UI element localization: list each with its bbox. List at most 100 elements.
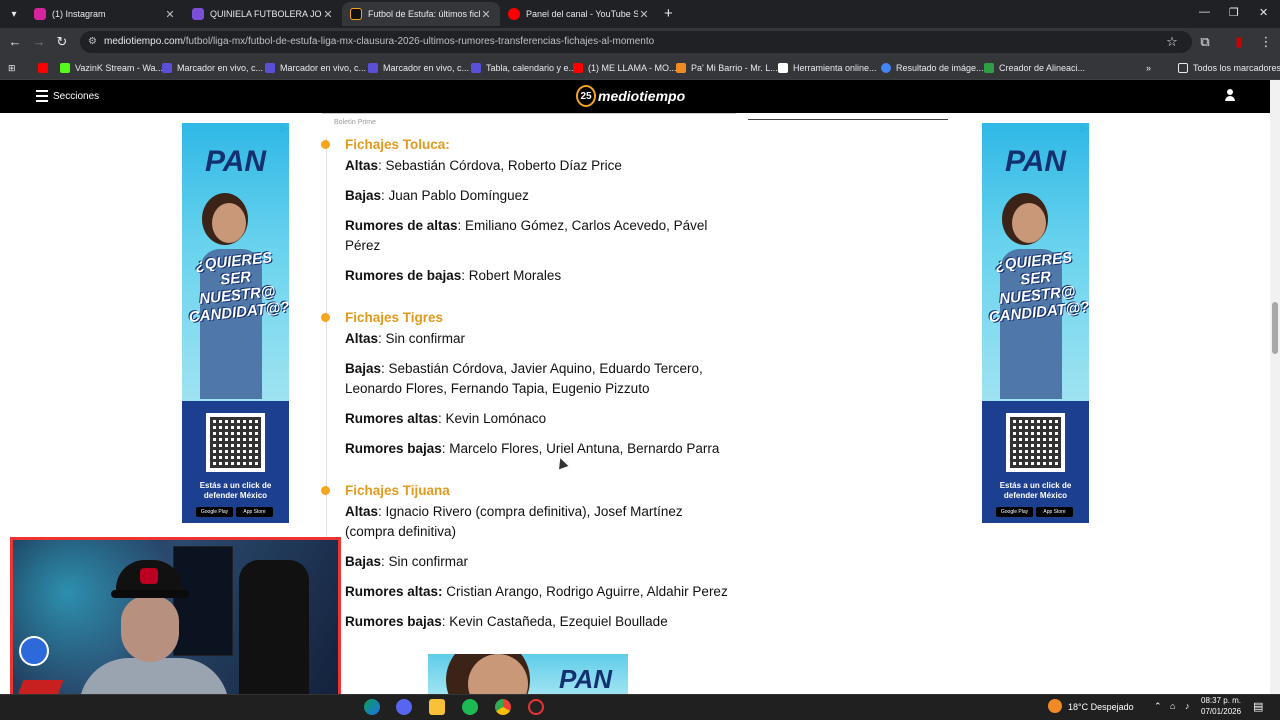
left-ad-banner[interactable]: PAN ¿QUIERES SER NUESTR@ CANDIDAT@? ▷ Es… [182,123,289,523]
instagram-icon [34,8,46,20]
bookmark-item[interactable]: Resultado de imáge... [881,60,984,76]
volume-icon[interactable]: ♪ [1185,701,1190,711]
site-icon [984,63,994,73]
mediotiempo-icon [350,8,362,20]
sections-button[interactable]: Secciones [53,91,99,102]
chrome-icon[interactable] [495,699,511,715]
restore-icon[interactable]: ❐ [1229,6,1239,19]
more-bookmarks-button[interactable]: » [1146,60,1151,76]
weather-text[interactable]: 18°C Despejado [1068,702,1134,712]
tab-mediotiempo[interactable]: Futbol de Estufa: últimos fichajes ✕ [342,2,500,26]
webcam-overlay [10,537,341,713]
bookmark-item[interactable]: Marcador en vivo, c... [162,60,263,76]
list-item: Rumores bajas: Marcelo Flores, Uriel Ant… [345,441,720,456]
close-icon[interactable]: ✕ [322,8,334,21]
google-play-badge[interactable]: Google Play [996,507,1033,517]
file-explorer-icon[interactable] [429,699,445,715]
ad-promo-text: ¿QUIERES SER NUESTR@ CANDIDAT@? [988,249,1089,327]
obs-icon[interactable] [528,699,544,715]
forward-icon[interactable]: → [30,33,48,51]
list-item: Bajas: Sin confirmar [345,554,469,569]
extension-icon[interactable]: ▮ [1230,33,1248,51]
clock-time[interactable]: 08:37 p. m. [1201,696,1241,705]
minimize-icon[interactable]: — [1199,6,1210,18]
bookmark-item[interactable]: (1) ME LLAMA - MO... [573,60,677,76]
timeline-dot [321,486,330,495]
list-item: Altas: Ignacio Rivero (compra definitiva… [345,504,683,539]
site-icon [265,63,275,73]
bookmark-item[interactable]: Creador de Alineaci... [984,60,1085,76]
bookmark-label: Resultado de imáge... [896,63,984,73]
all-bookmarks-button[interactable]: Todos los marcadores [1178,60,1280,76]
ad-person-image [468,654,528,694]
close-icon[interactable]: ✕ [480,8,492,21]
back-icon[interactable]: ← [6,33,24,51]
close-icon[interactable]: ✕ [638,8,650,21]
weather-icon[interactable] [1048,699,1062,713]
close-window-icon[interactable]: ✕ [1259,6,1268,19]
chevron-up-icon[interactable]: ⌃ [1154,701,1162,712]
bookmark-label: (1) ME LLAMA - MO... [588,63,677,73]
ad-brand: PAN [559,664,612,694]
clock-date[interactable]: 07/01/2026 [1201,707,1241,716]
right-ad-banner[interactable]: PAN ¿QUIERES SER NUESTR@ CANDIDAT@? ▷ Es… [982,123,1089,523]
divider [322,113,736,114]
reload-icon[interactable]: ↻ [53,33,71,51]
discord-icon[interactable] [396,699,412,715]
edge-icon[interactable] [364,699,380,715]
tab-label: Futbol de Estufa: últimos fichajes [368,9,480,19]
navigation-bar: ← → ↻ ⚙ mediotiempo.com/futbol/liga-mx/f… [0,28,1280,56]
apps-icon[interactable]: ⊞ [8,60,16,76]
app-store-badge[interactable]: App Store [236,507,273,517]
bookmark-item[interactable]: Pa' Mi Barrio - Mr. L... [676,60,778,76]
bookmark-item[interactable]: Marcador en vivo, c... [368,60,469,76]
page-scrollbar[interactable] [1270,80,1280,694]
bookmarks-bar: ⊞ VazinK Stream - Wa... Marcador en vivo… [0,56,1280,80]
spotify-icon[interactable] [462,699,478,715]
inline-ad-banner[interactable]: PAN [428,654,628,694]
close-icon[interactable]: ✕ [164,8,176,21]
user-icon[interactable] [1224,89,1236,103]
site-icon [471,63,481,73]
ad-choices-icon[interactable]: ▷ [281,124,287,133]
ad-promo-text: ¿QUIERES SER NUESTR@ CANDIDAT@? [188,249,289,327]
site-info-icon[interactable]: ⚙ [88,31,97,53]
tab-search-chevron-icon[interactable]: ▾ [4,4,24,24]
scrollbar-thumb[interactable] [1272,302,1278,354]
bookmark-item[interactable] [38,60,53,76]
site-icon [162,63,172,73]
list-item: Rumores de altas: Emiliano Gómez, Carlos… [345,218,708,253]
network-icon[interactable]: ⌂ [1170,701,1175,711]
tab-quiniela[interactable]: QUINIELA FUTBOLERA JORNADA ✕ [184,2,342,26]
list-item: Bajas: Juan Pablo Domínguez [345,188,529,203]
ad-brand: PAN [204,145,267,178]
list-item: Altas: Sin confirmar [345,331,466,346]
kicker-label: Boletín Prime [334,119,377,126]
notifications-icon[interactable]: ▤ [1253,700,1263,713]
bookmark-item[interactable]: Herramienta online... [778,60,877,76]
app-store-badge[interactable]: App Store [1036,507,1073,517]
address-bar[interactable]: ⚙ mediotiempo.com/futbol/liga-mx/futbol-… [80,31,1192,53]
bookmark-label: Marcador en vivo, c... [383,63,470,73]
site-icon [368,63,378,73]
youtube-icon [573,63,583,73]
menu-icon[interactable]: ⋮ [1257,33,1275,51]
tab-youtube-studio[interactable]: Panel del canal - YouTube Studio ✕ [500,2,658,26]
tab-instagram[interactable]: (1) Instagram ✕ [26,2,184,26]
qr-code [206,413,265,472]
bookmark-item[interactable]: Tabla, calendario y e... [471,60,576,76]
extensions-icon[interactable]: ⧉ [1196,33,1214,51]
site-logo[interactable]: 25 mediotiempo [576,85,685,107]
google-play-badge[interactable]: Google Play [196,507,233,517]
article-block-toluca: Fichajes Toluca: Altas: Sebastián Córdov… [321,136,730,296]
new-tab-button[interactable]: + [664,5,673,22]
timeline-dot [321,313,330,322]
bookmark-item[interactable]: Marcador en vivo, c... [265,60,366,76]
tab-label: QUINIELA FUTBOLERA JORNADA [210,9,322,19]
bookmark-item[interactable]: VazinK Stream - Wa... [60,60,163,76]
list-item: Rumores altas: Cristian Arango, Rodrigo … [345,584,728,599]
ad-choices-icon[interactable]: ▷ [1081,124,1087,133]
google-icon [881,63,891,73]
bookmark-star-icon[interactable]: ☆ [1163,33,1181,51]
hamburger-menu-icon[interactable] [36,90,48,102]
